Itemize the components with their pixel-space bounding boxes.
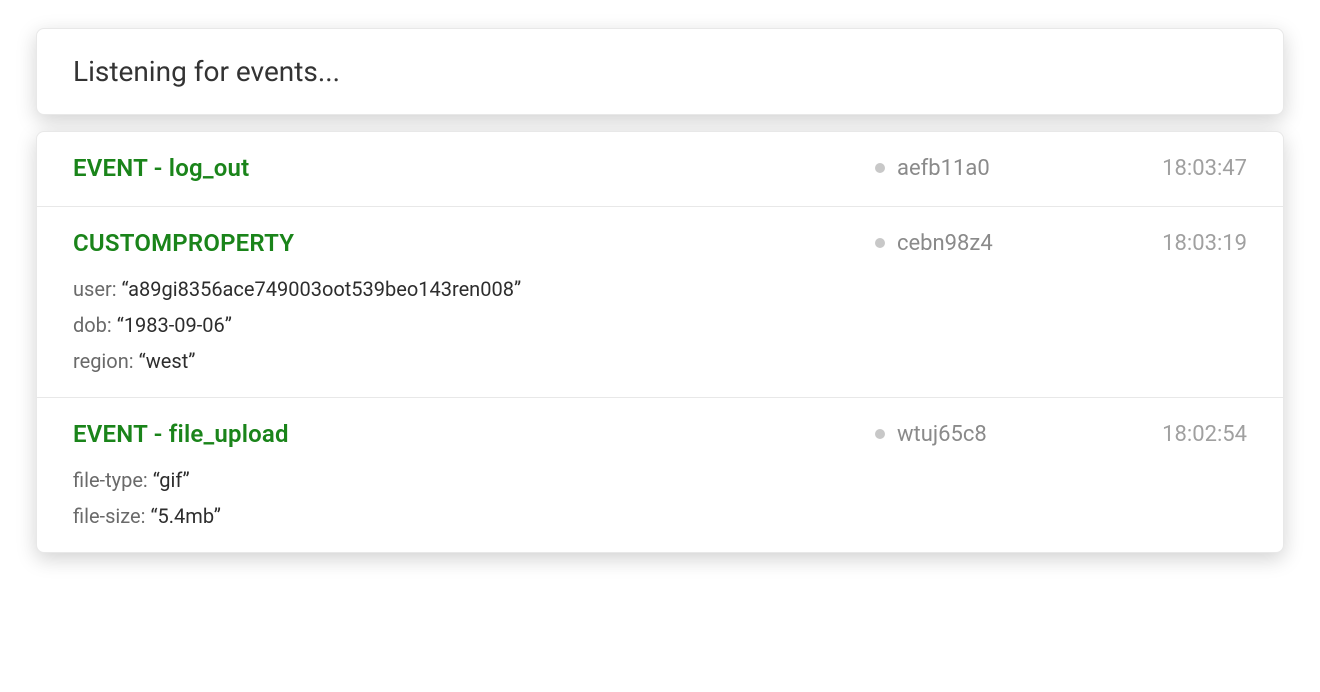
- status-dot-icon: [875, 238, 885, 248]
- event-meta: cebn98z4 18:03:19: [875, 231, 1247, 256]
- event-properties: user: “a89gi8356ace749003oot539beo143ren…: [73, 277, 1247, 373]
- property-line: file-size: “5.4mb”: [73, 504, 1247, 528]
- event-row[interactable]: CUSTOMPROPERTY cebn98z4 18:03:19 user: “…: [37, 207, 1283, 398]
- property-value: 5.4mb: [158, 504, 214, 528]
- event-meta: wtuj65c8 18:02:54: [875, 422, 1247, 447]
- event-row[interactable]: EVENT - log_out aefb11a0 18:03:47: [37, 132, 1283, 207]
- status-dot-icon: [875, 429, 885, 439]
- event-title: EVENT - log_out: [73, 154, 249, 182]
- listening-header-card: Listening for events...: [36, 28, 1284, 115]
- event-id: wtuj65c8: [897, 422, 987, 447]
- event-id: aefb11a0: [897, 156, 990, 181]
- event-header: EVENT - file_upload wtuj65c8 18:02:54: [73, 420, 1247, 448]
- property-value: a89gi8356ace749003oot539beo143ren008: [128, 277, 514, 301]
- event-time: 18:03:47: [1155, 156, 1247, 181]
- property-key: dob: [73, 313, 107, 337]
- property-value: west: [146, 349, 189, 373]
- event-id-wrap: aefb11a0: [875, 156, 1045, 181]
- event-id-wrap: wtuj65c8: [875, 422, 1045, 447]
- event-title: CUSTOMPROPERTY: [73, 229, 294, 257]
- property-line: user: “a89gi8356ace749003oot539beo143ren…: [73, 277, 1247, 301]
- events-list-card: EVENT - log_out aefb11a0 18:03:47 CUSTOM…: [36, 131, 1284, 553]
- property-value: 1983-09-06: [124, 313, 225, 337]
- property-key: region: [73, 349, 129, 373]
- property-key: file-type: [73, 468, 143, 492]
- event-header: CUSTOMPROPERTY cebn98z4 18:03:19: [73, 229, 1247, 257]
- event-id: cebn98z4: [897, 231, 993, 256]
- event-row[interactable]: EVENT - file_upload wtuj65c8 18:02:54 fi…: [37, 398, 1283, 552]
- event-time: 18:03:19: [1155, 231, 1247, 256]
- listening-header-title: Listening for events...: [73, 55, 1247, 88]
- property-line: file-type: “gif”: [73, 468, 1247, 492]
- property-key: user: [73, 277, 112, 301]
- event-header: EVENT - log_out aefb11a0 18:03:47: [73, 154, 1247, 182]
- event-title: EVENT - file_upload: [73, 420, 289, 448]
- event-meta: aefb11a0 18:03:47: [875, 156, 1247, 181]
- status-dot-icon: [875, 163, 885, 173]
- event-properties: file-type: “gif” file-size: “5.4mb”: [73, 468, 1247, 528]
- property-line: region: “west”: [73, 349, 1247, 373]
- property-line: dob: “1983-09-06”: [73, 313, 1247, 337]
- event-time: 18:02:54: [1155, 422, 1247, 447]
- property-value: gif: [159, 468, 182, 492]
- event-id-wrap: cebn98z4: [875, 231, 1045, 256]
- property-key: file-size: [73, 504, 141, 528]
